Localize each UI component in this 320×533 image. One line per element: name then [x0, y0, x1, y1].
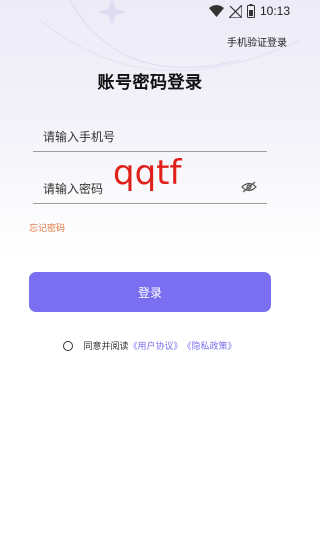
signal-icon: [228, 4, 242, 18]
hide-password-icon[interactable]: [241, 180, 257, 194]
forgot-password-link[interactable]: 忘记密码: [29, 221, 65, 234]
status-bar: 10:13: [0, 0, 300, 22]
wifi-icon: [208, 5, 224, 17]
agreement-checkbox[interactable]: [63, 340, 74, 351]
password-field: [33, 173, 267, 204]
battery-icon: [246, 4, 255, 18]
sms-login-link[interactable]: 手机验证登录: [227, 34, 287, 49]
phone-field: [33, 121, 267, 152]
agreement-prefix: 同意并阅读: [83, 342, 129, 352]
agreement-row: 同意并阅读 《用户协议》 《隐私政策》: [0, 339, 300, 352]
page-title: 账号密码登录: [97, 73, 203, 93]
status-time: 10:13: [259, 4, 290, 18]
privacy-policy-link[interactable]: 《隐私政策》: [183, 339, 237, 352]
password-input[interactable]: [41, 177, 225, 201]
user-agreement-link[interactable]: 《用户协议》: [128, 339, 182, 352]
login-button[interactable]: 登录: [29, 272, 271, 312]
phone-input[interactable]: [41, 125, 225, 149]
